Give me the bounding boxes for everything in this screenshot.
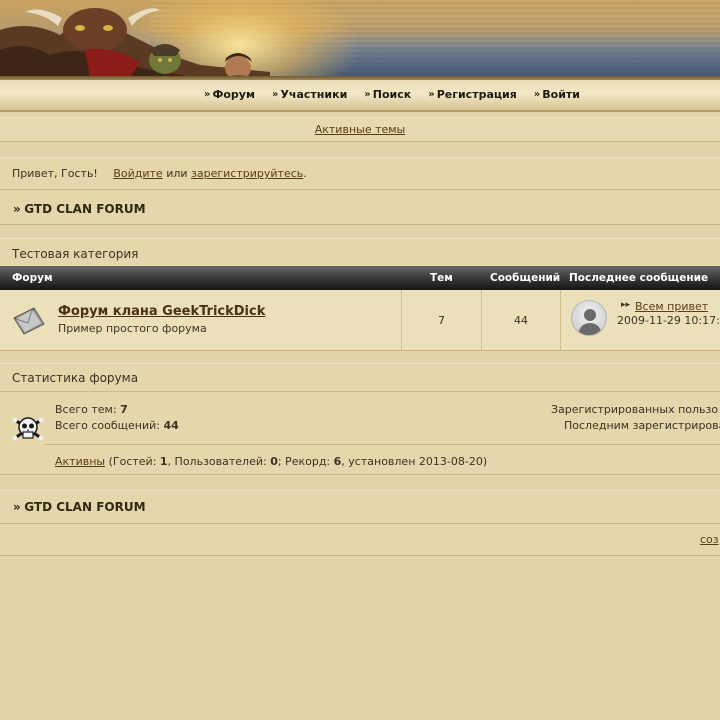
footer-breadcrumb: » GTD CLAN FORUM <box>13 500 146 514</box>
breadcrumb-title[interactable]: GTD CLAN FORUM <box>24 500 145 514</box>
nav-item-login[interactable]: » Войти <box>534 88 580 101</box>
last-registered: Последним зарегистрирова <box>564 419 720 432</box>
last-post-date: 2009-11-29 10:17: <box>617 314 720 327</box>
divider <box>0 523 720 524</box>
total-posts: Всего сообщений: 44 <box>55 419 179 432</box>
breadcrumb-arrow: » <box>13 202 21 216</box>
main-nav: » Форум » Участники » Поиск » Регистрация » В… <box>0 80 720 112</box>
active-users-link[interactable]: Активны <box>55 455 105 468</box>
stats-title: Статистика форума <box>12 371 139 385</box>
forum-cell: Форум клана GeekTrickDick Пример простог… <box>0 290 402 350</box>
double-chevron-icon: » <box>428 89 435 100</box>
guest-greeting: Привет, Гость! Войдите или зарегистрируй… <box>12 167 307 180</box>
column-forum: Форум <box>12 272 53 284</box>
column-posts: Сообщений <box>490 272 561 284</box>
last-post-cell: ▸▸ Всем привет 2009-11-29 10:17: <box>561 290 720 350</box>
forum-description: Пример простого форума <box>58 322 207 335</box>
welcome-panel: Привет, Гость! Войдите или зарегистрируй… <box>0 157 720 225</box>
forum-posts-count: 44 <box>482 290 561 350</box>
or-text: или <box>166 167 188 180</box>
nav-item-forum[interactable]: » Форум <box>204 88 255 101</box>
last-post-link[interactable]: Всем привет <box>635 300 708 313</box>
double-chevron-icon: » <box>204 89 211 100</box>
column-topics: Тем <box>430 272 453 284</box>
active-topics-bar: Активные темы <box>0 117 720 142</box>
registered-users: Зарегистрированных пользо <box>551 403 719 416</box>
breadcrumb: » GTD CLAN FORUM <box>13 202 146 216</box>
forum-topics-count: 7 <box>402 290 482 350</box>
stats-panel: Статистика форума Всего тем: 7 Всего соо… <box>0 363 720 475</box>
nav-item-search[interactable]: » Поиск <box>364 88 411 101</box>
last-post-arrow-icon: ▸▸ <box>621 300 631 310</box>
avatar <box>571 300 607 336</box>
user-silhouette-icon <box>578 309 602 335</box>
double-chevron-icon: » <box>364 89 371 100</box>
divider <box>0 189 720 190</box>
online-stats: Активны (Гостей: 1, Пользователей: 0; Ре… <box>55 455 488 468</box>
skull-crossbones-icon <box>12 417 44 441</box>
forum-name-link[interactable]: Форум клана GeekTrickDick <box>58 304 265 319</box>
login-link[interactable]: Войдите <box>113 167 162 180</box>
header-banner <box>0 0 720 80</box>
category-title[interactable]: Тестовая категория <box>12 247 138 261</box>
breadcrumb-arrow: » <box>13 500 21 514</box>
divider <box>0 391 720 392</box>
forum-table-header: Форум Тем Сообщений Последнее сообщение <box>0 266 720 290</box>
nav-item-register[interactable]: » Регистрация <box>428 88 517 101</box>
divider <box>44 444 720 445</box>
active-topics-link[interactable]: Активные темы <box>315 123 406 136</box>
nav-item-members[interactable]: » Участники <box>272 88 347 101</box>
forum-row: Форум клана GeekTrickDick Пример простог… <box>0 290 720 350</box>
register-link[interactable]: зарегистрируйтесь <box>191 167 303 180</box>
column-last-post: Последнее сообщение <box>569 272 709 284</box>
double-chevron-icon: » <box>271 89 279 100</box>
footer-right-link[interactable]: соз <box>700 533 719 546</box>
double-chevron-icon: » <box>533 89 541 100</box>
breadcrumb-title[interactable]: GTD CLAN FORUM <box>24 202 145 216</box>
greeting-text: Привет, Гость! <box>12 167 98 180</box>
total-topics: Всего тем: 7 <box>55 403 128 416</box>
footer-panel: » GTD CLAN FORUM соз <box>0 490 720 556</box>
banner-artwork <box>0 8 270 80</box>
forum-envelope-icon <box>13 307 45 335</box>
